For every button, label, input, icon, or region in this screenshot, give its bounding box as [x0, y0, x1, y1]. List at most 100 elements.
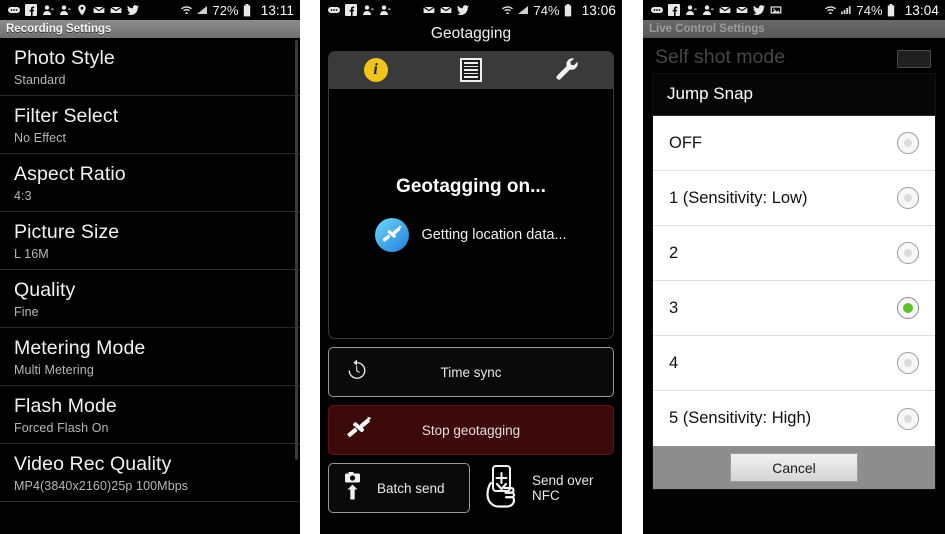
jump-snap-dialog: Jump Snap OFF 1 (Sensitivity: Low) 2 3 4…	[653, 74, 935, 489]
panel-divider	[622, 0, 643, 534]
clock: 13:11	[260, 2, 294, 18]
list-item[interactable]: Photo Style Standard	[0, 38, 300, 96]
dialog-footer: Cancel	[653, 446, 935, 489]
status-notification-icons	[651, 4, 782, 16]
action-buttons: Time sync Stop geotagging	[328, 347, 614, 455]
option-label: OFF	[669, 133, 702, 152]
tab-bar: i	[328, 51, 614, 89]
list-item-value: No Effect	[14, 131, 67, 145]
twitter-icon	[127, 4, 139, 16]
dialog-option-3[interactable]: 3	[653, 281, 935, 336]
geotagging-status-sub: Getting location data...	[421, 226, 567, 243]
dialog-option-4[interactable]: 4	[653, 336, 935, 391]
radio-button[interactable]	[897, 352, 919, 374]
self-shot-mode-row: Self shot mode	[643, 38, 945, 69]
radio-button[interactable]	[897, 132, 919, 154]
dialog-option-5[interactable]: 5 (Sensitivity: High)	[653, 391, 935, 446]
wifi-icon	[180, 4, 193, 16]
camera-upload-icon	[341, 471, 365, 505]
wifi-icon	[824, 4, 837, 16]
list-item-value: Standard	[14, 73, 66, 87]
status-notification-icons	[328, 4, 469, 16]
page-title-live-control-settings: Live Control Settings	[643, 20, 945, 38]
panel-geotagging: 74% 13:06 Geotagging i Geotagging on...	[320, 0, 622, 534]
radio-button-selected[interactable]	[897, 297, 919, 319]
time-sync-label: Time sync	[440, 364, 502, 380]
tab-settings[interactable]	[519, 51, 614, 89]
nfc-hand-icon	[478, 464, 524, 513]
status-system-icons: 74% 13:04	[824, 3, 939, 18]
status-system-icons: 74% 13:06	[501, 3, 616, 18]
message-icon	[8, 4, 20, 16]
send-over-nfc-button[interactable]: Send over NFC	[478, 464, 614, 513]
bottom-action-row: Batch send Send over NFC	[328, 463, 614, 513]
batch-send-button[interactable]: Batch send	[328, 463, 470, 513]
message-icon	[328, 4, 340, 16]
self-shot-mode-toggle	[897, 50, 931, 68]
location-pin-icon	[76, 4, 88, 16]
list-item-label: Metering Mode	[14, 337, 146, 359]
option-label: 1 (Sensitivity: Low)	[669, 188, 808, 207]
option-label: 5 (Sensitivity: High)	[669, 409, 812, 427]
list-item-label: Flash Mode	[14, 395, 117, 417]
radio-button[interactable]	[897, 187, 919, 209]
batch-send-label: Batch send	[377, 480, 445, 496]
list-item[interactable]: Video Rec Quality MP4(3840x2160)25p 100M…	[0, 444, 300, 502]
battery-percent: 72%	[212, 2, 239, 18]
mail-icon	[719, 4, 731, 16]
tab-log[interactable]	[423, 51, 518, 89]
list-item[interactable]: Aspect Ratio 4:3	[0, 154, 300, 212]
wrench-icon	[553, 55, 579, 86]
list-item-value: L 16M	[14, 247, 49, 261]
list-item[interactable]: Picture Size L 16M	[0, 212, 300, 270]
battery-icon	[243, 4, 255, 17]
dialog-option-1[interactable]: 1 (Sensitivity: Low)	[653, 171, 935, 226]
dialog-option-2[interactable]: 2	[653, 226, 935, 281]
facebook-icon	[668, 4, 680, 16]
time-sync-button[interactable]: Time sync	[328, 347, 614, 397]
list-item-value: MP4(3840x2160)25p 100Mbps	[14, 479, 189, 493]
page-title-geotagging: Geotagging	[320, 20, 622, 48]
geotagging-status-panel: Geotagging on... Getting location data..…	[328, 89, 614, 339]
list-item[interactable]: Metering Mode Multi Metering	[0, 328, 300, 386]
scrollbar[interactable]	[295, 40, 298, 460]
tab-info[interactable]: i	[328, 51, 423, 89]
contact-icon	[42, 4, 54, 16]
panel-divider	[300, 0, 320, 534]
facebook-icon	[345, 4, 357, 16]
list-item[interactable]: Filter Select No Effect	[0, 96, 300, 154]
list-item-label: Aspect Ratio	[14, 163, 126, 185]
wifi-icon	[501, 4, 514, 16]
list-item[interactable]: Flash Mode Forced Flash On	[0, 386, 300, 444]
screenshot-root: 72% 13:11 Recording Settings Photo Style…	[0, 0, 945, 534]
clock: 13:06	[581, 2, 616, 18]
mail-icon	[423, 4, 435, 16]
panel-live-control-settings: 74% 13:04 Live Control Settings Self sho…	[643, 0, 945, 534]
mail-icon	[110, 4, 122, 16]
list-item[interactable]: Quality Fine	[0, 270, 300, 328]
battery-percent: 74%	[856, 2, 883, 18]
message-icon	[651, 4, 663, 16]
option-label: 3	[669, 298, 679, 317]
status-notification-icons	[8, 4, 139, 16]
status-system-icons: 72% 13:11	[180, 3, 294, 18]
clock: 13:04	[904, 2, 939, 18]
signal-icon	[196, 4, 208, 16]
mail-icon	[440, 4, 452, 16]
list-item-value: Multi Metering	[14, 363, 94, 377]
list-item-value: Forced Flash On	[14, 421, 109, 435]
send-over-nfc-label: Send over NFC	[532, 473, 594, 503]
cancel-button[interactable]: Cancel	[730, 453, 858, 482]
option-label: 4	[669, 353, 679, 372]
image-icon	[770, 4, 782, 16]
battery-icon	[887, 4, 899, 17]
option-label: 2	[669, 243, 679, 262]
stop-geotagging-button[interactable]: Stop geotagging	[328, 405, 614, 455]
radio-button[interactable]	[897, 407, 919, 430]
radio-button[interactable]	[897, 242, 919, 264]
contact-icon	[379, 4, 391, 16]
battery-icon	[564, 4, 576, 17]
list-item-label: Photo Style	[14, 47, 115, 69]
dialog-option-off[interactable]: OFF	[653, 116, 935, 171]
facebook-icon	[25, 4, 37, 16]
